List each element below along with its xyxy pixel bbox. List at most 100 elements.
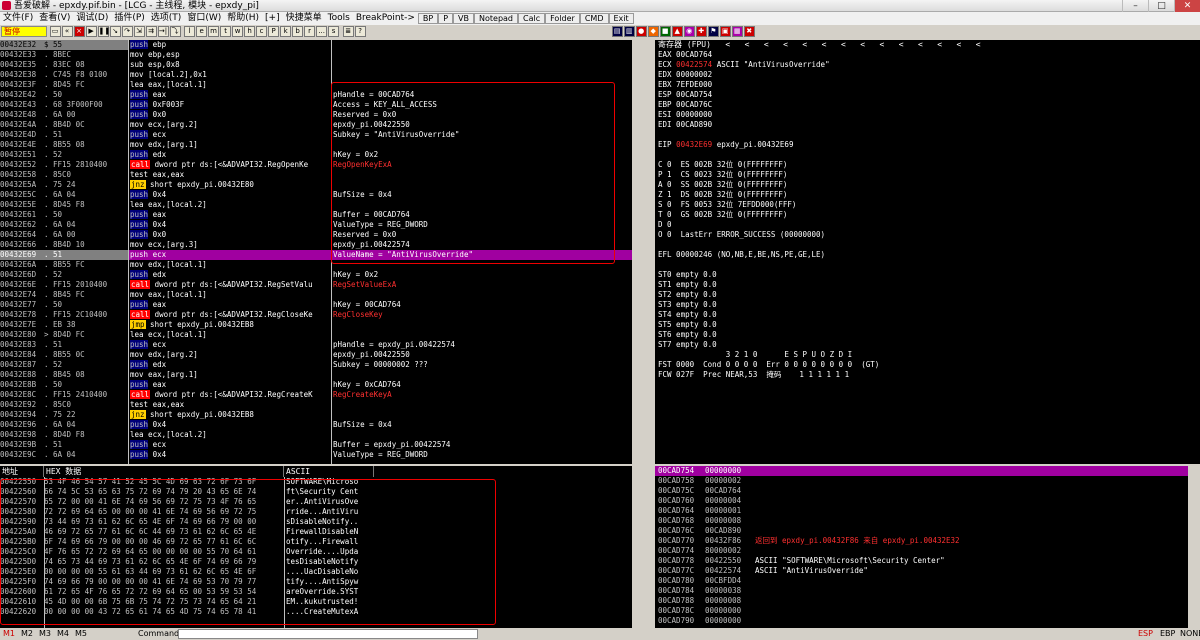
- disasm-row[interactable]: 00432E8B. 50 push eax hKey = 0xCAD764: [0, 380, 643, 390]
- stack-row[interactable]: 00CAD768 00000008: [655, 516, 1200, 526]
- pause-icon[interactable]: ❚❚: [97, 26, 110, 37]
- disasm-row[interactable]: 00432E8C. FF15 2410400 call dword ptr ds:[…: [0, 390, 643, 400]
- disasm-row[interactable]: 00432E77. 50 push eax hKey = 00CAD764: [0, 300, 643, 310]
- status-esp[interactable]: ESP: [1138, 628, 1153, 640]
- register-line[interactable]: [655, 150, 1200, 160]
- open-icon[interactable]: ▭: [49, 26, 61, 37]
- disasm-row[interactable]: 00432E87. 52 push edx Subkey = 00000002 ???: [0, 360, 643, 370]
- view-button-11[interactable]: ...: [316, 26, 328, 37]
- register-line[interactable]: EFL 00000246 (NO,NB,E,BE,NS,PE,GE,LE): [655, 250, 1200, 260]
- command-input[interactable]: [178, 629, 478, 639]
- register-line[interactable]: ST3 empty 0.0: [655, 300, 1200, 310]
- register-line[interactable]: EBP 00CAD76C: [655, 100, 1200, 110]
- stack-row[interactable]: 00CAD77C 00422574 ASCII "AntiVirusOverride…: [655, 566, 1200, 576]
- view-button-1[interactable]: e: [196, 26, 208, 37]
- memory-tab-m2[interactable]: M2: [18, 628, 36, 640]
- register-line[interactable]: A 0 SS 002B 32位 0(FFFFFFFF): [655, 180, 1200, 190]
- dump-col-ascii[interactable]: ASCII: [284, 466, 374, 477]
- register-line[interactable]: FST 0000 Cond 0 0 0 0 Err 0 0 0 0 0 0 0 …: [655, 360, 1200, 370]
- dump-col-address[interactable]: 地址: [0, 466, 44, 477]
- register-line[interactable]: S 0 FS 0053 32位 7EFDD000(FFF): [655, 200, 1200, 210]
- register-line[interactable]: [655, 130, 1200, 140]
- options-icon[interactable]: ≣: [342, 26, 354, 37]
- register-line[interactable]: D 0: [655, 220, 1200, 230]
- register-line[interactable]: [655, 240, 1200, 250]
- stack-row[interactable]: 00CAD75C 00CAD764: [655, 486, 1200, 496]
- memory-tab-m4[interactable]: M4: [54, 628, 72, 640]
- disasm-row[interactable]: 00432E74. 8B45 FC mov eax,[local.1]: [0, 290, 643, 300]
- stack-row[interactable]: 00CAD774 80000002: [655, 546, 1200, 556]
- view-button-7[interactable]: P: [268, 26, 280, 37]
- plugin-icon-4[interactable]: ◆: [647, 26, 659, 37]
- register-line[interactable]: EBX 7EFDE000: [655, 80, 1200, 90]
- register-line[interactable]: 3 2 1 0 E S P U O Z D I: [655, 350, 1200, 360]
- disasm-row[interactable]: 00432E92. 85C0 test eax,eax: [0, 400, 643, 410]
- menu-item-18[interactable]: Exit: [608, 13, 634, 24]
- plugin-icon-9[interactable]: ⚑: [707, 26, 719, 37]
- menu-item-4[interactable]: 选项(T): [148, 12, 185, 25]
- view-button-4[interactable]: w: [232, 26, 244, 37]
- plugin-icon-10[interactable]: ▣: [719, 26, 731, 37]
- pane-splitter[interactable]: [643, 40, 655, 464]
- plugin-icon-6[interactable]: ▲: [671, 26, 683, 37]
- stack-row[interactable]: 00CAD784 00000038: [655, 586, 1200, 596]
- plugin-icon-11[interactable]: ▦: [731, 26, 743, 37]
- register-line[interactable]: ST7 empty 0.0: [655, 340, 1200, 350]
- disasm-row[interactable]: 00432E83. 51 push ecx pHandle = epxdy_pi.00…: [0, 340, 643, 350]
- register-line[interactable]: ST1 empty 0.0: [655, 280, 1200, 290]
- stack-row[interactable]: 00CAD78C 00000000: [655, 606, 1200, 616]
- plugin-icon-12[interactable]: ✖: [743, 26, 755, 37]
- register-line[interactable]: ECX 00422574 ASCII "AntiVirusOverride": [655, 60, 1200, 70]
- disasm-row[interactable]: 00432E96. 6A 04 push 0x4 BufSize = 0x4: [0, 420, 643, 430]
- view-button-9[interactable]: b: [292, 26, 304, 37]
- disasm-row[interactable]: 00432E7E. EB 38 jmp short epxdy_pi.00432EB…: [0, 320, 643, 330]
- restart-icon[interactable]: «: [61, 26, 73, 37]
- disasm-row[interactable]: 00432E32 $55 push ebp: [0, 40, 643, 50]
- menu-item-15[interactable]: Calc: [518, 13, 546, 24]
- close-program-icon[interactable]: ×: [73, 26, 85, 37]
- stack-pane[interactable]: 00CAD754 00000000 00CAD758 00000002 00CAD75C…: [655, 466, 1200, 628]
- disassembly-scrollbar[interactable]: [632, 40, 643, 464]
- maximize-button[interactable]: □: [1148, 0, 1174, 12]
- register-line[interactable]: FCW 027F Prec NEAR,53 掩码 1 1 1 1 1 1: [655, 370, 1200, 380]
- step-into-icon[interactable]: ↘: [109, 26, 121, 37]
- menu-item-1[interactable]: 查看(V): [36, 12, 73, 25]
- stack-row[interactable]: 00CAD778 00422550 ASCII "SOFTWARE\Microsof…: [655, 556, 1200, 566]
- menu-item-3[interactable]: 插件(P): [111, 12, 147, 25]
- stack-row[interactable]: 00CAD790 00000000: [655, 616, 1200, 626]
- register-line[interactable]: T 0 GS 002B 32位 0(FFFFFFFF): [655, 210, 1200, 220]
- disasm-row[interactable]: 00432E35. 83EC 08 sub esp,0x8: [0, 60, 643, 70]
- menu-item-8[interactable]: 快捷菜单: [283, 12, 325, 25]
- view-button-8[interactable]: k: [280, 26, 292, 37]
- menu-item-6[interactable]: 帮助(H): [224, 12, 262, 25]
- trace-over-icon[interactable]: ⇉: [145, 26, 157, 37]
- register-line[interactable]: EIP 00432E69 epxdy_pi.00432E69: [655, 140, 1200, 150]
- view-button-5[interactable]: h: [244, 26, 256, 37]
- dump-col-hex[interactable]: HEX 数据: [44, 466, 284, 477]
- disasm-row[interactable]: 00432E80 >8D4D FC lea ecx,[local.1]: [0, 330, 643, 340]
- minimize-button[interactable]: –: [1122, 0, 1148, 12]
- disasm-row[interactable]: 00432E6E. FF15 2010400 call dword ptr ds:[…: [0, 280, 643, 290]
- register-line[interactable]: Z 1 DS 002B 32位 0(FFFFFFFF): [655, 190, 1200, 200]
- close-button[interactable]: ✕: [1174, 0, 1200, 12]
- plugin-icon-1[interactable]: ▤: [611, 26, 623, 37]
- view-button-0[interactable]: l: [184, 26, 196, 37]
- plugin-icon-5[interactable]: ■: [659, 26, 671, 37]
- menu-item-10[interactable]: BreakPoint->: [353, 12, 418, 25]
- stack-scrollbar[interactable]: [1188, 466, 1200, 628]
- memory-tab-m1[interactable]: M1: [0, 628, 18, 640]
- pane-splitter-bottom[interactable]: [643, 466, 655, 628]
- memory-tab-m5[interactable]: M5: [72, 628, 90, 640]
- register-line[interactable]: O 0 LastErr ERROR_SUCCESS (00000000): [655, 230, 1200, 240]
- view-button-3[interactable]: t: [220, 26, 232, 37]
- menu-item-11[interactable]: BP: [417, 13, 439, 24]
- disasm-row[interactable]: 00432E84. 8B55 0C mov edx,[arg.2] epxdy_pi.…: [0, 350, 643, 360]
- disasm-row[interactable]: 00432E9C. 6A 04 push 0x4 ValueType = REG_DW…: [0, 450, 643, 460]
- menu-item-12[interactable]: P: [438, 13, 454, 24]
- help-icon[interactable]: ?: [354, 26, 366, 37]
- disasm-row[interactable]: 00432E78. FF15 2C10400 call dword ptr ds:[…: [0, 310, 643, 320]
- step-over-icon[interactable]: ↷: [121, 26, 133, 37]
- stack-row[interactable]: 00CAD758 00000002: [655, 476, 1200, 486]
- execute-till-return-icon[interactable]: →|: [157, 26, 169, 37]
- view-button-2[interactable]: m: [208, 26, 220, 37]
